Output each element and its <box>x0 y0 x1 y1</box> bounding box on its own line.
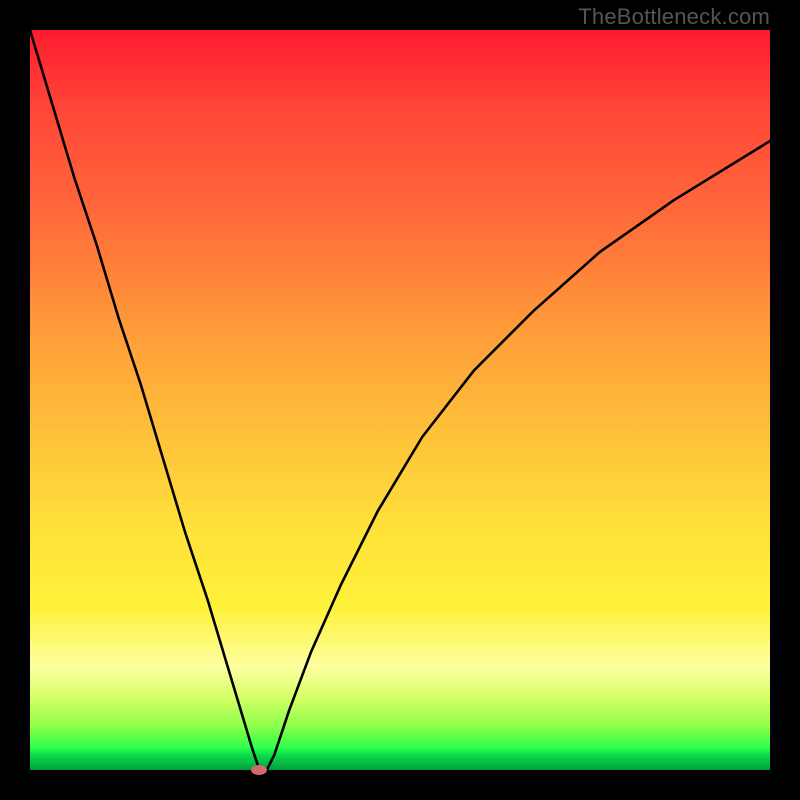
chart-frame: TheBottleneck.com <box>0 0 800 800</box>
watermark-label: TheBottleneck.com <box>578 4 770 30</box>
plot-area <box>30 30 770 770</box>
bottleneck-curve <box>30 30 770 770</box>
curve-path <box>30 30 770 770</box>
optimal-point-marker <box>251 765 267 775</box>
